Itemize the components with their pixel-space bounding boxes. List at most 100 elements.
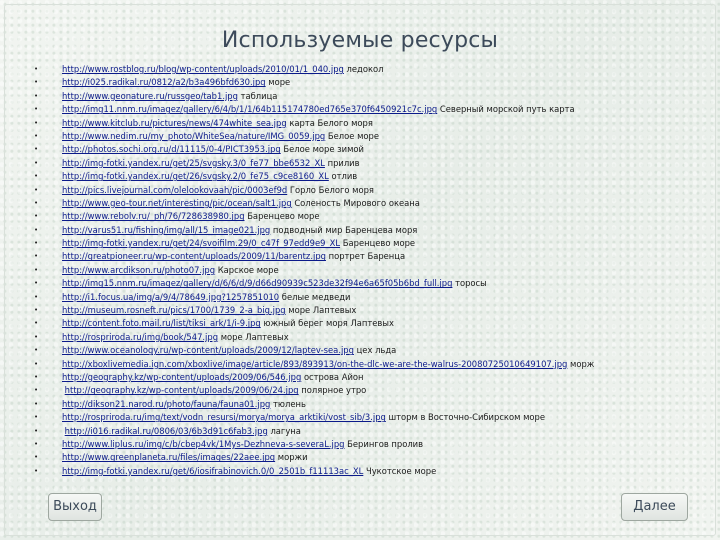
list-item: • http://www.liplus.ru/img/c/b/cbep4vk/1M…	[34, 438, 714, 451]
resource-link[interactable]: http://content.foto.mail.ru/list/tiksi_a…	[62, 318, 261, 328]
resource-description: ледокол	[346, 64, 384, 74]
exit-button[interactable]: Выход	[48, 493, 102, 521]
list-item: • http://museum.rosneft.ru/pics/1700/1739…	[34, 304, 714, 317]
list-item: • http://www.arcdikson.ru/photo07.jpg Кар…	[34, 264, 714, 277]
bullet-icon: •	[34, 466, 39, 475]
resource-description: таблица	[240, 90, 278, 101]
list-item: • http://img-fotki.yandex.ru/get/6/iosifr…	[34, 465, 714, 478]
bullet-icon: •	[34, 426, 39, 435]
bullet-icon: •	[34, 131, 39, 140]
resource-link[interactable]: http://varus51.ru/fishing/img/all/15_ima…	[62, 225, 270, 235]
resource-description: Северный морской путь карта	[439, 104, 575, 115]
resource-description: Белое море зимой	[283, 144, 364, 155]
resource-link[interactable]: http://img15.nnm.ru/imagez/gallery/d/6/6…	[62, 278, 452, 288]
resource-link[interactable]: http://www.geonature.ru/russgeo/tab1.jpg	[62, 91, 238, 101]
resource-description: острова Айон	[303, 371, 364, 382]
list-item: • http://img11.nnm.ru/imagez/gallery/6/4/…	[34, 103, 714, 116]
bullet-icon: •	[34, 439, 39, 448]
bullet-icon: •	[34, 372, 39, 381]
resource-description: Соленость Мирового океана	[294, 197, 420, 208]
resource-description: белые медведи	[281, 291, 351, 302]
resource-description: море	[268, 77, 291, 88]
resource-link[interactable]: http://rospriroda.ru/img/text/vodn_resur…	[62, 412, 386, 422]
resource-link[interactable]: http://photos.sochi.org.ru/d/11115/0-4/P…	[62, 144, 281, 154]
resource-link[interactable]: http://img-fotki.yandex.ru/get/6/iosifra…	[62, 466, 363, 476]
bullet-icon: •	[34, 292, 39, 301]
bullet-icon: •	[34, 413, 39, 422]
page-title: Используемые ресурсы	[221, 28, 499, 53]
resource-description: Чукотское море	[365, 465, 437, 476]
resource-description: тюлень	[273, 398, 306, 409]
resource-link[interactable]: http://pics.livejournal.com/olelookovaah…	[62, 185, 287, 195]
list-item: • http://xboxlivemedia.ign.com/xboxlive/i…	[34, 358, 714, 371]
bullet-icon: •	[34, 105, 39, 114]
bullet-icon: •	[34, 359, 39, 368]
resource-description: карта Белого моря	[289, 117, 373, 128]
resource-link[interactable]: http://museum.rosneft.ru/pics/1700/1739_…	[62, 305, 286, 315]
list-item: • http://www.rebolv.ru/_ph/76/728638980.j…	[34, 210, 714, 223]
resource-link[interactable]: http://img-fotki.yandex.ru/get/25/svgsky…	[62, 158, 325, 168]
resource-description: цех льда	[356, 345, 397, 356]
resource-list: • http://www.rostblog.ru/blog/wp-content/…	[34, 63, 714, 478]
list-item: • http://i025.radikal.ru/0812/a2/b3a496bf…	[34, 76, 714, 89]
list-item: • http://dikson21.narod.ru/photo/fauna/fa…	[34, 398, 714, 411]
resource-description: отлив	[331, 171, 358, 182]
resource-link[interactable]: http://www.greenplaneta.ru/files/images/…	[62, 452, 275, 462]
resource-link[interactable]: http://www.rebolv.ru/_ph/76/728638980.jp…	[62, 211, 245, 221]
bullet-icon: •	[34, 145, 39, 154]
bullet-icon: •	[34, 399, 39, 408]
list-item: • http://www.oceanology.ru/wp-content/upl…	[34, 344, 714, 357]
list-item: • http://i016.radikal.ru/0806/03/6b3d91c…	[34, 425, 714, 438]
resource-description: подводный мир Баренцева моря	[272, 224, 418, 235]
resource-description: южный берег моря Лаптевых	[263, 318, 394, 329]
resource-link[interactable]: http://www.oceanology.ru/wp-content/uplo…	[62, 345, 354, 355]
list-item: • http://photos.sochi.org.ru/d/11115/0-4/…	[34, 143, 714, 156]
resource-description: море Лаптевых	[220, 331, 289, 342]
bullet-icon: •	[34, 252, 39, 261]
resource-link[interactable]: http://i1.focus.ua/img/a/9/4/78649.jpg?1…	[62, 292, 279, 302]
resource-link[interactable]: http://img11.nnm.ru/imagez/gallery/6/4/b…	[62, 104, 437, 114]
bullet-icon: •	[34, 172, 39, 181]
resource-description: прилив	[327, 157, 360, 168]
bullet-icon: •	[34, 346, 39, 355]
bullet-icon: •	[34, 319, 39, 328]
resource-description: Карское море	[217, 264, 279, 275]
resource-description: Горло Белого моря	[289, 184, 374, 195]
resource-link[interactable]: http://dikson21.narod.ru/photo/fauna/fau…	[62, 399, 270, 409]
resource-link[interactable]: http://www.geo-tour.net/interesting/pic/…	[62, 198, 292, 208]
bullet-icon: •	[34, 239, 39, 248]
resource-description: торосы	[455, 278, 487, 289]
list-item: • http://img-fotki.yandex.ru/get/25/svgsk…	[34, 157, 714, 170]
resource-link[interactable]: http://img-fotki.yandex.ru/get/26/svgsky…	[62, 171, 329, 181]
resource-link[interactable]: http://xboxlivemedia.ign.com/xboxlive/im…	[62, 359, 567, 369]
bullet-icon: •	[34, 279, 39, 288]
resource-link[interactable]: http://www.nedim.ru/my_photo/WhiteSea/na…	[62, 131, 325, 141]
resource-link[interactable]: http://geography.kz/wp-content/uploads/2…	[65, 385, 299, 395]
list-item: • http://www.nedim.ru/my_photo/WhiteSea/n…	[34, 130, 714, 143]
bullet-icon: •	[34, 225, 39, 234]
resource-link[interactable]: http://www.arcdikson.ru/photo07.jpg	[62, 265, 215, 275]
bullet-icon: •	[34, 118, 39, 127]
bullet-icon: •	[34, 386, 39, 395]
resource-link[interactable]: http://geography.kz/wp-content/uploads/2…	[62, 372, 301, 382]
bullet-icon: •	[34, 158, 39, 167]
resource-link[interactable]: http://i016.radikal.ru/0806/03/6b3d91c6f…	[65, 426, 268, 436]
next-button[interactable]: Далее	[621, 493, 688, 521]
resource-description: полярное утро	[301, 385, 367, 396]
list-item: • http://geography.kz/wp-content/uploads/…	[34, 371, 714, 384]
resource-link[interactable]: http://rospriroda.ru/img/book/547.jpg	[62, 332, 218, 342]
bullet-icon: •	[34, 453, 39, 462]
bullet-icon: •	[34, 332, 39, 341]
resource-link[interactable]: http://greatpioneer.ru/wp-content/upload…	[62, 251, 326, 261]
bullet-icon: •	[34, 78, 39, 87]
bullet-icon: •	[34, 185, 39, 194]
resource-link[interactable]: http://i025.radikal.ru/0812/a2/b3a496bfd…	[62, 77, 266, 87]
resource-link[interactable]: http://www.liplus.ru/img/c/b/cbep4vk/1My…	[62, 439, 344, 449]
list-item: • http://pics.livejournal.com/olelookovaa…	[34, 184, 714, 197]
list-item: • http://img15.nnm.ru/imagez/gallery/d/6/…	[34, 277, 714, 290]
list-item: • http://www.greenplaneta.ru/files/images…	[34, 451, 714, 464]
resource-link[interactable]: http://img-fotki.yandex.ru/get/24/svoifi…	[62, 238, 340, 248]
resource-link[interactable]: http://www.rostblog.ru/blog/wp-content/u…	[62, 64, 344, 74]
resource-link[interactable]: http://www.kitclub.ru/pictures/news/474w…	[62, 118, 287, 128]
resource-description: Белое море	[327, 130, 380, 141]
